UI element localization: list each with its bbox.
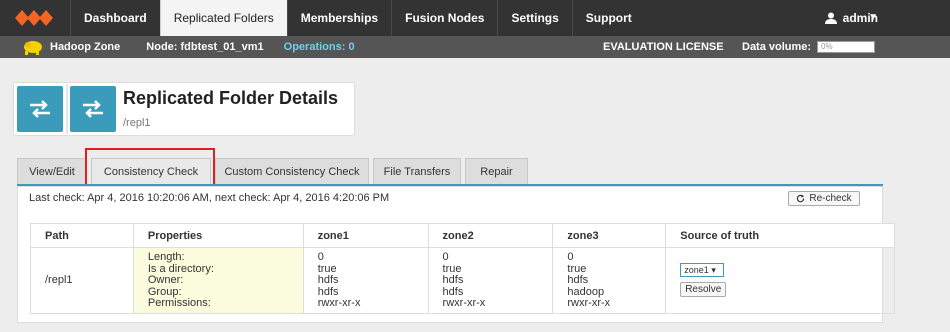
table-row: /repl1 Length: Is a directory: Owner: Gr… [30, 247, 895, 314]
zone3-cell: 0 true hdfs hadoop rwxr-xr-x [552, 247, 667, 314]
user-icon [824, 12, 837, 24]
zone1-permissions: rwxr-xr-x [317, 297, 361, 309]
nav-fusion-nodes[interactable]: Fusion Nodes [391, 0, 497, 36]
last-check-text: Last check: Apr 4, 2016 10:20:06 AM, nex… [29, 192, 390, 204]
header-source-of-truth: Source of truth [665, 223, 895, 248]
path-cell: /repl1 [30, 247, 134, 314]
license-label: EVALUATION LICENSE [603, 41, 724, 53]
header-properties: Properties [132, 223, 304, 248]
nav-settings[interactable]: Settings [497, 0, 571, 36]
header-zone2: zone2 [427, 223, 554, 248]
hadoop-elephant-icon [24, 41, 42, 55]
zone1-cell: 0 true hdfs hdfs rwxr-xr-x [302, 247, 429, 314]
tab-custom-consistency-check[interactable]: Custom Consistency Check [215, 158, 369, 185]
zone-label: Hadoop Zone [50, 41, 121, 53]
swap-arrows-icon [30, 100, 50, 118]
status-bar: Hadoop Zone Node: fdbtest_01_vm1 Operati… [0, 36, 950, 58]
header-zone3: zone3 [552, 223, 667, 248]
table-header-row: Path Properties zone1 zone2 zone3 Source… [30, 223, 895, 248]
zone1-owner: hdfs [317, 274, 339, 286]
top-nav: Dashboard Replicated Folders Memberships… [0, 0, 950, 36]
page-title: Replicated Folder Details [123, 88, 339, 108]
properties-cell: Length: Is a directory: Owner: Group: Pe… [132, 247, 304, 314]
recheck-button[interactable]: Re-check [788, 191, 860, 206]
swap-arrows-icon [83, 100, 103, 118]
zone2-cell: 0 true hdfs hdfs rwxr-xr-x [427, 247, 554, 314]
folder-replication-icon [70, 86, 116, 132]
zone2-length: 0 [442, 251, 449, 263]
logo-icon [15, 10, 53, 26]
tab-view-edit[interactable]: View/Edit [17, 158, 87, 185]
dropdown-arrow-icon: ▾ [711, 265, 716, 275]
zone2-owner: hdfs [442, 274, 464, 286]
card-divider [66, 84, 68, 134]
prop-permissions: Permissions: [147, 297, 211, 309]
folder-path: /repl1 [123, 117, 151, 129]
source-of-truth-cell: zone1 ▾ Resolve [665, 247, 895, 314]
recheck-label: Re-check [809, 193, 852, 204]
zone3-length: 0 [567, 251, 574, 263]
nav-dashboard[interactable]: Dashboard [70, 0, 160, 36]
node-label: Node: fdbtest_01_vm1 [146, 41, 264, 53]
zone3-permissions: rwxr-xr-x [567, 297, 611, 309]
zone2-permissions: rwxr-xr-x [442, 297, 486, 309]
wandisco-logo[interactable] [0, 0, 70, 36]
header-zone1: zone1 [302, 223, 429, 248]
data-volume-label: Data volume: [742, 41, 812, 53]
nav-support[interactable]: Support [571, 0, 645, 36]
tab-repair[interactable]: Repair [465, 158, 528, 185]
prop-length: Length: [147, 251, 185, 263]
zone1-length: 0 [317, 251, 324, 263]
source-of-truth-select[interactable]: zone1 ▾ [680, 263, 725, 277]
data-volume-bar: 0% [817, 41, 875, 53]
resolve-button[interactable]: Resolve [680, 282, 727, 297]
zone3-owner: hdfs [567, 274, 589, 286]
header-path: Path [30, 223, 134, 248]
replication-icon[interactable] [17, 86, 63, 132]
prop-owner: Owner: [147, 274, 184, 286]
refresh-icon [797, 194, 805, 203]
source-select-value: zone1 [684, 265, 709, 275]
operations-count[interactable]: Operations: 0 [284, 41, 355, 53]
nav-memberships[interactable]: Memberships [286, 0, 391, 36]
nav-replicated-folders[interactable]: Replicated Folders [159, 0, 287, 36]
user-menu[interactable]: admin [824, 0, 950, 36]
tab-file-transfers[interactable]: File Transfers [373, 158, 461, 185]
consistency-table: Path Properties zone1 zone2 zone3 Source… [30, 223, 895, 314]
caret-down-icon[interactable]: ▼ [868, 12, 878, 23]
